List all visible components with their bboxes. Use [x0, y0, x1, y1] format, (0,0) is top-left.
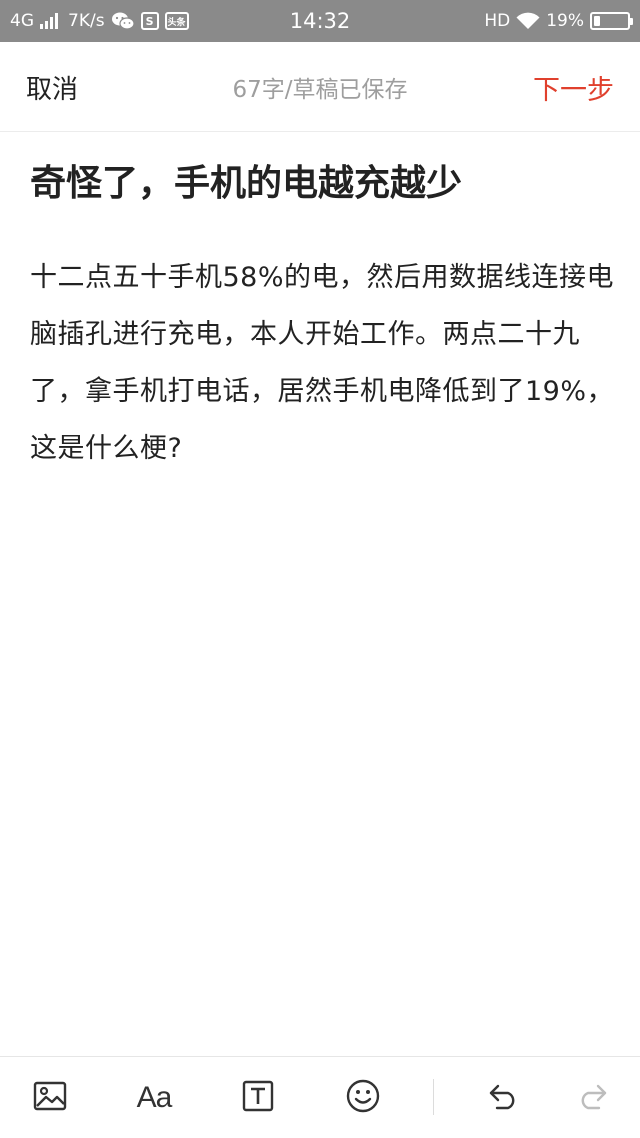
wechat-icon [111, 11, 135, 31]
editor-header: 取消 67字/草稿已保存 下一步 [0, 42, 640, 132]
emoji-icon [346, 1079, 380, 1117]
network-type: 4G [10, 11, 34, 31]
image-icon [33, 1081, 67, 1115]
redo-icon [576, 1082, 608, 1114]
undo-button[interactable] [474, 1057, 534, 1138]
title-input[interactable]: 奇怪了，手机的电越充越少 [30, 160, 610, 208]
body-input[interactable]: 十二点五十手机58%的电，然后用数据线连接电脑插孔进行充电，本人开始工作。两点二… [30, 249, 614, 477]
hd-indicator: HD [484, 11, 511, 31]
status-bar: 4G 7K/s S 头条 14:32 HD 19% [0, 0, 640, 42]
network-speed: 7K/s [68, 11, 105, 31]
insert-image-button[interactable] [20, 1057, 80, 1138]
status-right: HD 19% [484, 0, 633, 42]
status-left: 4G 7K/s S 头条 [10, 0, 189, 42]
battery-level [594, 16, 600, 26]
text-box-button[interactable] [228, 1057, 288, 1138]
redo-button[interactable] [562, 1057, 622, 1138]
app-s-icon: S [140, 12, 159, 30]
format-toolbar: Aa [0, 1056, 640, 1138]
text-box-icon [242, 1080, 274, 1116]
editor-area[interactable]: 奇怪了，手机的电越充越少 十二点五十手机58%的电，然后用数据线连接电脑插孔进行… [0, 132, 640, 1056]
toolbar-divider [433, 1079, 434, 1115]
screen: 4G 7K/s S 头条 14:32 HD 19% 取消 67字/草稿已保存 下… [0, 0, 640, 1138]
undo-icon [488, 1082, 520, 1114]
font-style-button[interactable]: Aa [124, 1057, 184, 1138]
battery-percent: 19% [546, 11, 584, 31]
emoji-button[interactable] [333, 1057, 393, 1138]
wifi-icon [516, 12, 540, 30]
battery-icon [590, 12, 633, 30]
signal-icon [40, 13, 62, 29]
font-icon: Aa [136, 1081, 173, 1114]
toutiao-icon: 头条 [164, 12, 189, 30]
next-step-button[interactable]: 下一步 [533, 42, 614, 132]
